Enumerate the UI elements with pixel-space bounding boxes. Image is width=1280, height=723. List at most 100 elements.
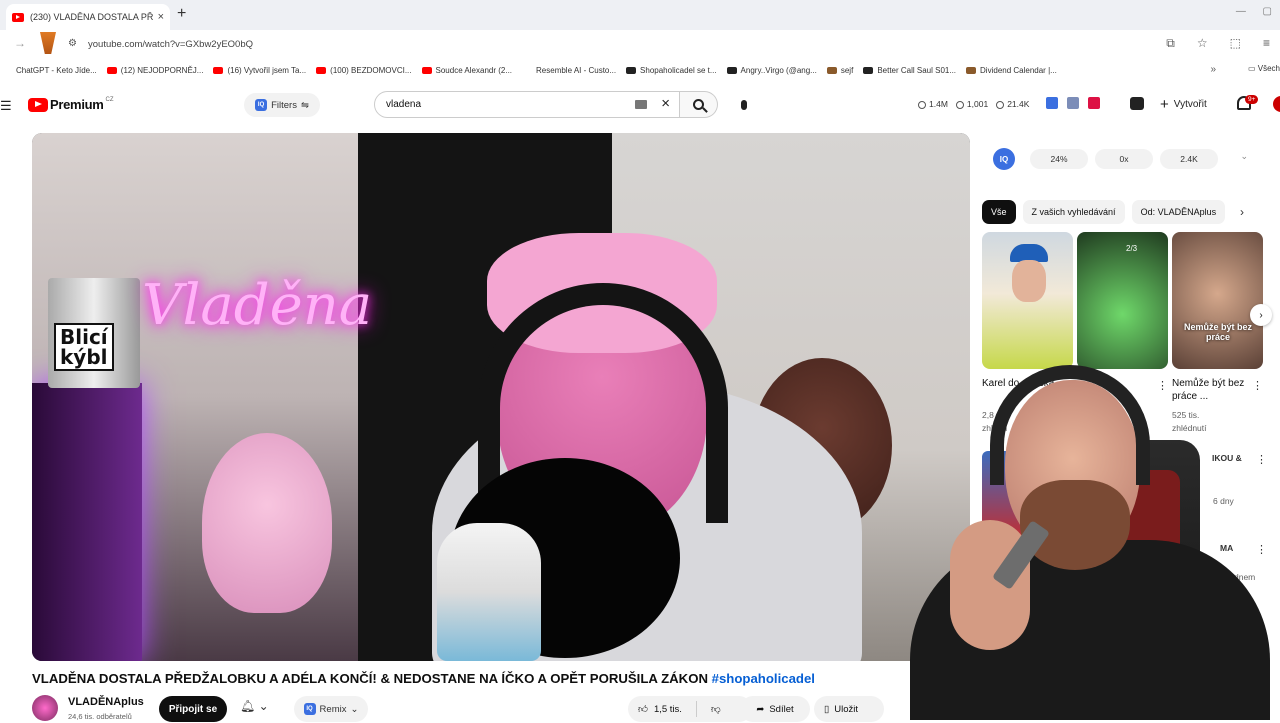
join-button[interactable]: Připojit se (159, 696, 227, 722)
search-button[interactable] (680, 91, 718, 118)
extensions-icon[interactable]: ⬚ (1230, 36, 1241, 51)
subscription-bell-icon[interactable]: 🔔︎ ⌄ (240, 699, 269, 713)
bookmark-favicon-icon (726, 66, 737, 74)
comment-icon (996, 100, 1005, 109)
clear-search-icon[interactable]: × (661, 95, 670, 112)
bookmark-item[interactable]: Shopaholicadel se t... (626, 66, 717, 75)
share-button[interactable]: ➦ Sdílet (740, 696, 810, 722)
bookmark-favicon-icon (316, 66, 327, 74)
iq-logo-icon[interactable]: IQ (993, 148, 1015, 170)
like-count[interactable]: 1,5 tis. (654, 704, 682, 715)
plus-icon: + (1160, 95, 1169, 113)
save-label: Uložit (834, 703, 858, 715)
iq-icon[interactable] (1046, 97, 1058, 109)
save-icon: ▯ (824, 703, 830, 715)
short-item[interactable]: Nemůže být bez práce Nemůže být bez prác… (1172, 232, 1263, 433)
like-icon[interactable]: 👍︎ (638, 703, 648, 715)
bookmark-item[interactable]: (16) Vytvořil jsem Ta... (213, 66, 306, 75)
video-player[interactable]: Blicí kýbl Vladěna (32, 133, 970, 661)
bookmark-item[interactable]: (100) BEZDOMOVCI... (316, 65, 412, 75)
stat-watchers: 1,001 (955, 99, 988, 109)
camera-extension-icon[interactable] (1130, 97, 1144, 110)
keyboard-icon[interactable] (635, 100, 647, 109)
chevron-down-icon: ⌄ (350, 703, 359, 715)
bookmark-item[interactable]: Dividend Calendar |... (966, 66, 1057, 75)
short-thumbnail[interactable]: 2/3 (1077, 232, 1168, 369)
all-bookmarks-folder[interactable]: ▭ Všech (1248, 64, 1280, 73)
dislike-icon[interactable]: 👎︎ (711, 703, 721, 715)
channel-avatar[interactable] (32, 695, 58, 721)
chip-from-channel[interactable]: Od: VLADĚNAplus (1131, 200, 1226, 224)
filters-button[interactable]: IQ Filters ⇋ (244, 93, 320, 117)
share-label: Sdílet (769, 703, 794, 715)
cast-icon[interactable]: ⧉ (1166, 36, 1175, 51)
voice-search-button[interactable] (736, 96, 752, 114)
bookmark-item[interactable]: Angry..Virgo (@ang... (726, 66, 817, 75)
extension-summary-bar: IQ 24% 0x 2.4K ⌄ (982, 142, 1264, 176)
video-owner-row: VLADĚNAplus 24,6 tis. odběratelů Připoji… (32, 693, 970, 723)
video-title-text: VLADĚNA DOSTALA PŘEDŽALOBKU A ADÉLA KONČ… (32, 671, 712, 686)
short-thumbnail[interactable]: Nemůže být bez práce (1172, 232, 1263, 369)
extension-carrot-icon[interactable] (40, 32, 56, 54)
filters-label: Filters (271, 99, 297, 111)
video-pc-case (32, 383, 142, 661)
chip-all[interactable]: Vše (982, 200, 1016, 224)
channel-name[interactable]: VLADĚNAplus (68, 696, 144, 708)
new-tab-button[interactable]: + (177, 5, 186, 23)
bookmark-item[interactable]: Resemble AI - Custo... (522, 66, 616, 75)
create-button[interactable]: + Vytvořit (1152, 91, 1222, 117)
tab-close-icon[interactable]: × (158, 11, 164, 23)
streamer-facecam-overlay (870, 360, 1270, 720)
youtube-play-icon (28, 97, 48, 112)
bookmark-favicon-icon (106, 66, 117, 74)
share-icon: ➦ (756, 703, 765, 715)
bookmark-item[interactable]: ChatGPT - Keto Jíde... (2, 66, 97, 75)
bookmark-item[interactable]: Better Call Saul S01... (863, 66, 956, 75)
browser-tab-active[interactable]: (230) VLADĚNA DOSTALA PŘEDŽALOBKU A ADÉL… (6, 4, 170, 30)
stat-comments-value: 21.4K (1007, 99, 1030, 109)
search-input[interactable]: vladena × (374, 91, 680, 118)
forward-arrow-icon[interactable]: → (14, 36, 26, 50)
bookmark-item[interactable]: (12) NEJODPORNĚJ... (106, 65, 204, 75)
iq-remix-icon: IQ (303, 703, 316, 715)
ext-pill-count: 2.4K (1160, 149, 1218, 169)
bookmark-label: sejf (840, 65, 854, 75)
ext-pill-multiplier: 0x (1095, 149, 1153, 169)
logo-text: Premium (50, 97, 104, 112)
sliders-icon: ⇋ (300, 99, 309, 111)
short-thumbnail[interactable] (982, 232, 1073, 369)
bookmark-item[interactable]: sejf (826, 65, 854, 75)
tab-title: (230) VLADĚNA DOSTALA PŘEDŽALOBKU A ADÉL… (30, 12, 154, 22)
youtube-premium-logo[interactable]: Premium CZ (28, 97, 114, 112)
shorts-next-icon[interactable]: › (1250, 304, 1272, 326)
video-plush-toy (202, 433, 332, 613)
url-field[interactable]: youtube.com/watch?v=GXbw2yEO0bQ (88, 39, 253, 50)
bookmark-favicon-icon (863, 66, 874, 74)
bookmark-label: (100) BEZDOMOVCI... (330, 65, 412, 75)
chip-from-searches[interactable]: Z vašich vyhledávání (1022, 200, 1125, 224)
like-dislike-group: 👍︎ 1,5 tis. 👎︎ (628, 696, 752, 722)
remix-button[interactable]: IQ Remix ⌄ (294, 696, 368, 722)
short-item[interactable]: 2/3 ⋮ (1077, 232, 1168, 392)
bookmarks-overflow-icon[interactable]: » (1210, 64, 1216, 75)
eye-icon (955, 100, 964, 109)
short-page-badge: 2/3 (1126, 244, 1138, 253)
short-item[interactable]: Karel do dneška 2,8 mi zhlédn (982, 232, 1073, 433)
site-info-icon[interactable]: ⚙ (68, 38, 77, 49)
reading-list-icon[interactable]: ≡ (1263, 36, 1270, 51)
bookmark-item[interactable]: Soudce Alexandr (2... (421, 66, 512, 75)
window-controls[interactable]: — ▢ (1236, 6, 1272, 17)
video-bucket-label: Blicí kýbl (54, 323, 114, 371)
stat-views: 1.4M (918, 99, 948, 109)
address-bar-row: → ⚙ youtube.com/watch?v=GXbw2yEO0bQ ⧉ ☆ … (0, 30, 1280, 58)
search-icon (693, 99, 704, 110)
tag-icon[interactable] (1088, 97, 1100, 109)
video-hashtag-link[interactable]: #shopaholicadel (712, 671, 815, 686)
bookmark-label: Better Call Saul S01... (877, 65, 957, 75)
list-icon[interactable] (1067, 97, 1079, 109)
expand-chevron-icon[interactable]: ⌄ (1240, 151, 1248, 162)
bookmark-star-icon[interactable]: ☆ (1197, 36, 1208, 51)
menu-hamburger-icon[interactable]: ☰ (0, 98, 12, 114)
bookmark-label: (12) NEJODPORNĚJ... (120, 65, 204, 75)
chips-next-icon[interactable]: › (1240, 205, 1244, 219)
